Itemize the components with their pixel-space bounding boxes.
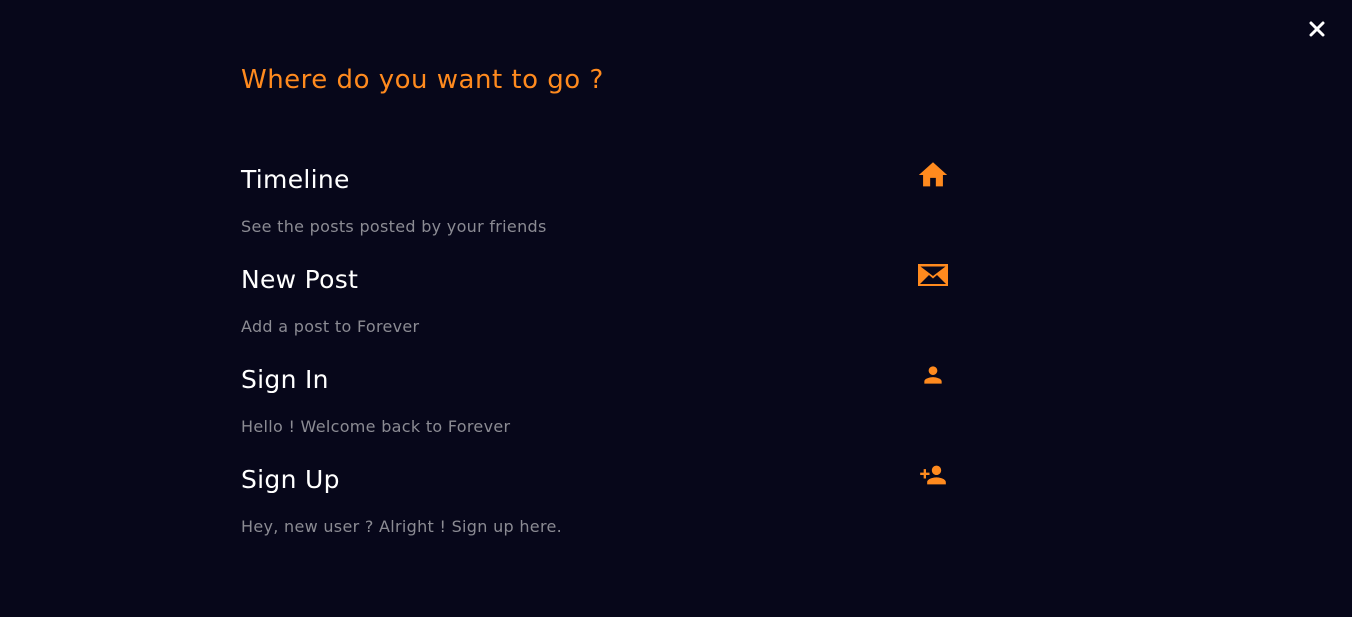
menu-item-new-post[interactable]: New Post Add a post to Forever: [241, 255, 961, 355]
close-icon: [1309, 21, 1325, 37]
home-icon: [913, 155, 953, 195]
menu-item-description: Hey, new user ? Alright ! Sign up here.: [241, 517, 563, 536]
menu-item-description: Hello ! Welcome back to Forever: [241, 417, 511, 436]
menu-item-sign-up[interactable]: Sign Up Hey, new user ? Alright ! Sign u…: [241, 455, 961, 555]
navigation-overlay: Where do you want to go ? Timeline See t…: [0, 0, 1352, 617]
mail-icon: [913, 255, 953, 295]
person-icon: [913, 355, 953, 395]
menu-item-title: Sign Up: [241, 465, 340, 494]
menu-item-timeline[interactable]: Timeline See the posts posted by your fr…: [241, 155, 961, 255]
menu-item-title: New Post: [241, 265, 359, 294]
navigation-menu: Timeline See the posts posted by your fr…: [241, 155, 961, 555]
menu-item-title: Timeline: [241, 165, 350, 194]
menu-item-description: See the posts posted by your friends: [241, 217, 547, 236]
menu-item-description: Add a post to Forever: [241, 317, 420, 336]
person-add-icon: [913, 455, 953, 495]
menu-item-sign-in[interactable]: Sign In Hello ! Welcome back to Forever: [241, 355, 961, 455]
menu-item-title: Sign In: [241, 365, 329, 394]
overlay-title: Where do you want to go ?: [241, 65, 604, 95]
close-button[interactable]: [1302, 16, 1332, 42]
